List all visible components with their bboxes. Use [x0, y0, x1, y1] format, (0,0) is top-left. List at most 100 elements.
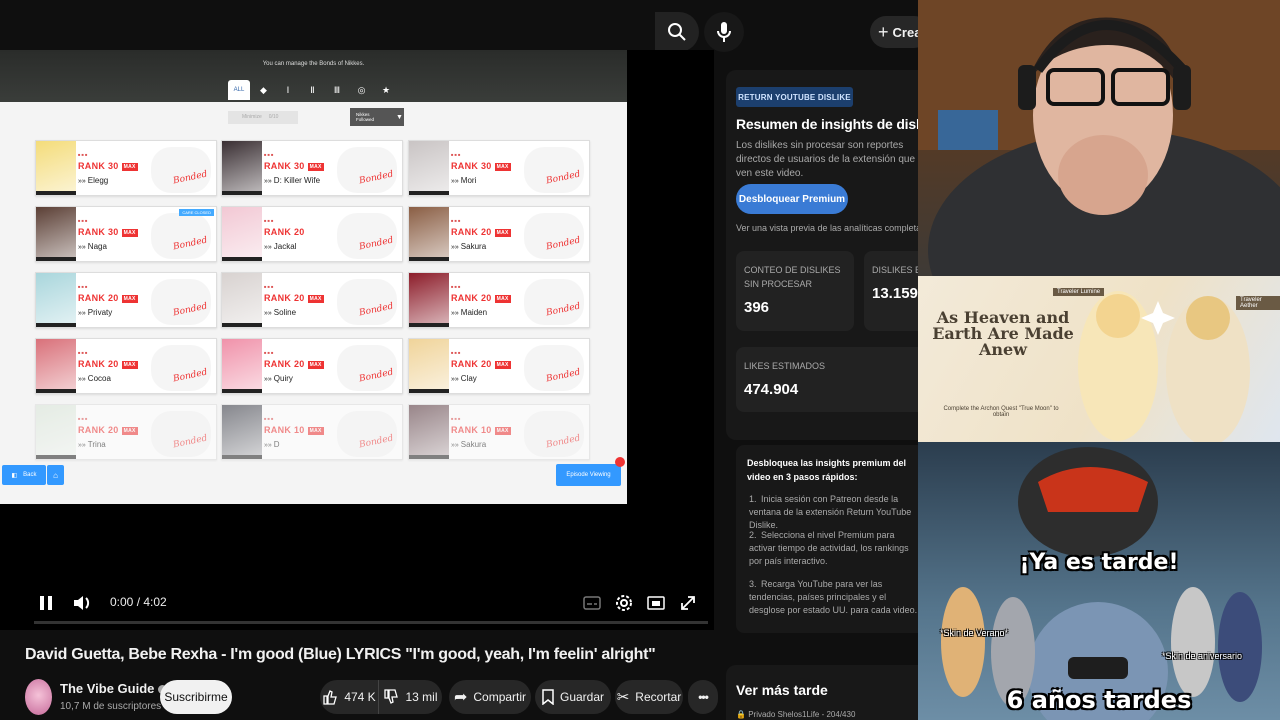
- nikke-name: Soline: [264, 308, 296, 317]
- share-button[interactable]: ➦ Compartir: [449, 680, 531, 714]
- nikke-card[interactable]: ■ ■ ■RANK 20MAXQuiryBonded: [221, 338, 403, 394]
- game-home-button[interactable]: ⌂: [47, 465, 64, 485]
- attraction-marker: ■ ■ ■: [264, 218, 274, 223]
- nikke-name: Trina: [78, 440, 106, 449]
- pause-icon: [40, 596, 52, 610]
- nikke-card[interactable]: ■ ■ ■RANK 20JackalBonded: [221, 206, 403, 262]
- nikke-rank: RANK 20 MAX: [78, 425, 138, 435]
- nikke-rank: RANK 20 MAX: [78, 293, 138, 303]
- skin-left-label: *Skin de Verano*: [940, 628, 1009, 638]
- nikke-portrait: [36, 141, 76, 195]
- episode-label: Episode Viewing: [566, 472, 611, 478]
- subscribe-button[interactable]: Suscribirme: [160, 680, 232, 714]
- rank-text: RANK 20: [78, 359, 119, 369]
- nikke-card[interactable]: ■ ■ ■RANK 10MAXSakuraBonded: [408, 404, 590, 460]
- nikke-name: Quiry: [264, 374, 293, 383]
- estimated-likes-card: LIKES ESTIMADOS 474.904: [736, 347, 918, 412]
- premium-step-1: 1. Inicia sesión con Patreon desde la ven…: [749, 494, 912, 530]
- max-badge: MAX: [307, 360, 324, 369]
- like-button[interactable]: 474 K: [320, 680, 378, 714]
- subtitles-button[interactable]: [580, 586, 604, 620]
- nikke-rank: RANK 20 MAX: [264, 293, 324, 303]
- attraction-marker: ■ ■ ■: [451, 218, 461, 223]
- game-tab[interactable]: ALL: [228, 80, 250, 100]
- game-subtitle: You can manage the Bonds of Nikkes.: [262, 61, 365, 67]
- game-tab[interactable]: Ⅲ: [326, 80, 348, 100]
- nikke-portrait: [409, 405, 449, 459]
- nikke-portrait: [222, 207, 262, 261]
- portrait-status-bar: [222, 455, 262, 459]
- watch-later-title[interactable]: Ver más tarde: [736, 682, 828, 698]
- dislike-button[interactable]: 13 mil: [378, 680, 442, 714]
- fullscreen-button[interactable]: [676, 586, 700, 620]
- nikke-card[interactable]: ■ ■ ■RANK 30MAXNagaBondedCARE CLOSED: [35, 206, 217, 262]
- channel-name[interactable]: The Vibe Guide: [60, 681, 168, 696]
- nikke-name: Mori: [451, 176, 477, 185]
- game-tab[interactable]: ★: [375, 80, 397, 100]
- nikke-card[interactable]: ■ ■ ■RANK 30MAXMoriBonded: [408, 140, 590, 196]
- attraction-marker: ■ ■ ■: [78, 416, 88, 421]
- nikke-portrait: [222, 405, 262, 459]
- nikke-card[interactable]: ■ ■ ■RANK 30MAXEleggBonded: [35, 140, 217, 196]
- attraction-marker: ■ ■ ■: [78, 152, 88, 157]
- save-label: Guardar: [559, 690, 605, 704]
- game-tab[interactable]: ◆: [253, 80, 275, 100]
- rank-text: RANK 20: [264, 227, 305, 237]
- volume-button[interactable]: [70, 586, 94, 620]
- search-icon: [668, 23, 686, 41]
- nikke-card[interactable]: ■ ■ ■RANK 30MAXD: Killer WifeBonded: [221, 140, 403, 196]
- attraction-marker: ■ ■ ■: [451, 152, 461, 157]
- game-tab[interactable]: Ⅰ: [277, 80, 299, 100]
- max-badge: MAX: [494, 426, 511, 435]
- nikke-rank: RANK 30 MAX: [78, 227, 138, 237]
- bookmark-icon: [542, 689, 554, 705]
- minimize-filter[interactable]: Minimize 0/10: [228, 111, 298, 124]
- clip-button[interactable]: ✂ Recortar: [615, 680, 683, 714]
- webcam-feed: [918, 0, 1280, 276]
- video-player[interactable]: You can manage the Bonds of Nikkes. ALL ◆…: [0, 50, 714, 630]
- more-actions-button[interactable]: •••: [688, 680, 718, 714]
- nikke-card[interactable]: ■ ■ ■RANK 20MAXMaidenBonded: [408, 272, 590, 328]
- subscriber-count: 10,7 M de suscriptores: [60, 701, 162, 712]
- pause-button[interactable]: [34, 586, 58, 620]
- max-badge: MAX: [494, 294, 511, 303]
- nikke-rank: RANK 30 MAX: [78, 161, 138, 171]
- nikke-card[interactable]: ■ ■ ■RANK 20MAXSolineBonded: [221, 272, 403, 328]
- nikke-card[interactable]: ■ ■ ■RANK 20MAXCocoaBonded: [35, 338, 217, 394]
- save-button[interactable]: Guardar: [535, 680, 611, 714]
- game-tab[interactable]: Ⅱ: [302, 80, 324, 100]
- attraction-marker: ■ ■ ■: [264, 350, 274, 355]
- watch-later-meta: Privado Shelos1Life - 204/430: [748, 710, 856, 719]
- raw-dislikes-label: CONTEO DE DISLIKES SIN PROCESAR: [744, 265, 841, 289]
- step-text: Inicia sesión con Patreon desde la venta…: [749, 494, 912, 530]
- voice-search-button[interactable]: [704, 12, 744, 52]
- raw-dislikes-value: 396: [744, 299, 770, 316]
- rank-text: RANK 30: [78, 227, 119, 237]
- search-button[interactable]: [655, 12, 699, 52]
- portrait-status-bar: [409, 257, 449, 261]
- step-text: Selecciona el nivel Premium para activar…: [749, 530, 909, 566]
- microphone-icon: [717, 22, 731, 42]
- premium-step-3: 3. Recarga YouTube para ver las tendencia…: [749, 579, 918, 615]
- nikke-card[interactable]: ■ ■ ■RANK 20MAXClayBonded: [408, 338, 590, 394]
- portrait-status-bar: [36, 389, 76, 393]
- sort-dropdown[interactable]: Nikkes Followed ▼: [350, 108, 404, 126]
- nikke-card[interactable]: ■ ■ ■RANK 20MAXSakuraBonded: [408, 206, 590, 262]
- nikke-card[interactable]: ■ ■ ■RANK 20MAXTrinaBonded: [35, 404, 217, 460]
- nikke-name: Naga: [78, 242, 107, 251]
- portrait-status-bar: [36, 191, 76, 195]
- nikke-card[interactable]: ■ ■ ■RANK 10MAXDBonded: [221, 404, 403, 460]
- meme-art: [941, 447, 1262, 720]
- game-tab[interactable]: ◎: [351, 80, 373, 100]
- raw-dislikes-card: CONTEO DE DISLIKES SIN PROCESAR 396: [736, 251, 854, 331]
- nikke-portrait: [36, 339, 76, 393]
- nikke-card[interactable]: ■ ■ ■RANK 20MAXPrivatyBonded: [35, 272, 217, 328]
- lumine-tag: Traveler Lumine: [1053, 288, 1105, 296]
- channel-avatar[interactable]: [25, 679, 52, 715]
- game-back-button[interactable]: ◧ Back: [2, 465, 46, 485]
- episode-viewing-button[interactable]: Episode Viewing: [556, 464, 621, 486]
- miniplayer-button[interactable]: [644, 586, 668, 620]
- unlock-premium-button[interactable]: Desbloquear Premium: [736, 184, 848, 214]
- settings-button[interactable]: [612, 586, 636, 620]
- attraction-marker: ■ ■ ■: [78, 350, 88, 355]
